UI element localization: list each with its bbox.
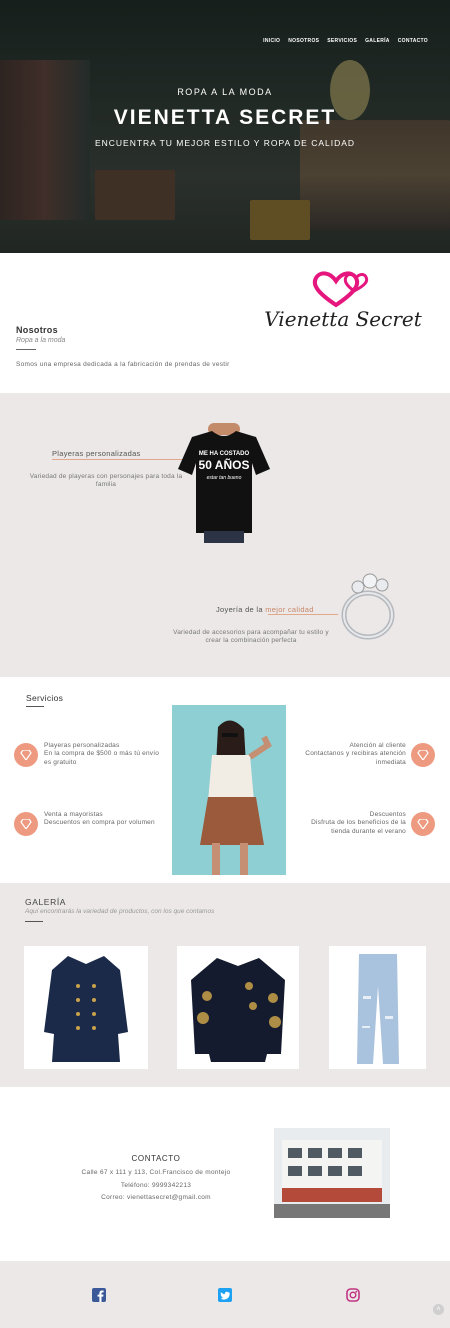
- contact-heading: CONTACTO: [131, 1154, 181, 1163]
- product-title-joyeria: Joyería de la mejor calidad: [216, 605, 314, 614]
- products-section: Playeras personalizadas Variedad de play…: [0, 393, 450, 677]
- store-building-photo: [274, 1128, 390, 1218]
- jeans-image: [357, 954, 399, 1064]
- hero-subtitle: ROPA A LA MODA: [177, 87, 273, 97]
- shirt-print-line1: ME HA COSTADO: [199, 451, 250, 457]
- hero-banner: INICIO NOSOTROS SERVICIOS GALERÍA CONTAC…: [0, 0, 450, 253]
- divider: [16, 349, 36, 350]
- model-photo: [172, 705, 286, 875]
- shirt-print-line3: estar tan bueno: [207, 475, 242, 481]
- page: INICIO NOSOTROS SERVICIOS GALERÍA CONTAC…: [0, 0, 450, 1328]
- contact-phone: Teléfono: 9999342213: [120, 1182, 192, 1189]
- gallery-subheading: Aquí encontrarás la variedad de producto…: [25, 908, 215, 915]
- nav-item-inicio[interactable]: INICIO: [263, 38, 280, 44]
- hearts-logo-icon: [312, 271, 369, 308]
- contact-address: Calle 67 x 111 y 113, Col.Francisco de m…: [81, 1169, 231, 1176]
- diamond-icon: [20, 750, 32, 760]
- service-item-1: Playeras personalizadas En la compra de …: [44, 742, 160, 766]
- gallery-section: GALERÍA Aquí encontrarás la variedad de …: [0, 883, 450, 1087]
- nav-item-contacto[interactable]: CONTACTO: [398, 38, 428, 44]
- hero-tagline: ENCUENTRA TU MEJOR ESTILO Y ROPA DE CALI…: [94, 138, 356, 148]
- logo-wordmark: Vienetta Secret: [264, 307, 422, 331]
- service-icon: [14, 743, 38, 767]
- about-heading: Nosotros: [16, 325, 58, 335]
- service-item-4: Descuentos Disfruta de los beneficios de…: [311, 811, 406, 835]
- gallery-item-coat[interactable]: [24, 946, 148, 1069]
- footer: ˄: [0, 1261, 450, 1328]
- tshirt-image: ME HA COSTADO 50 AÑOS estar tan bueno: [178, 423, 270, 543]
- about-text: Somos una empresa dedicada a la fabricac…: [16, 361, 230, 368]
- product-title-playeras: Playeras personalizadas: [52, 449, 141, 458]
- instagram-icon[interactable]: [346, 1288, 360, 1302]
- nav-item-nosotros[interactable]: NOSOTROS: [288, 38, 319, 44]
- hero-title: VIENETTA SECRET: [113, 106, 337, 129]
- service-item-3: Atención al cliente Contactanos y recibi…: [305, 742, 406, 766]
- main-nav: INICIO NOSOTROS SERVICIOS GALERÍA CONTAC…: [263, 38, 428, 44]
- product-description-playeras: Variedad de playeras con personajes para…: [29, 473, 183, 489]
- divider: [25, 921, 43, 922]
- service-icon: [411, 743, 435, 767]
- facebook-icon[interactable]: [92, 1288, 106, 1302]
- ring-image: [341, 573, 395, 640]
- contact-section: CONTACTO Calle 67 x 111 y 113, Col.Franc…: [0, 1087, 450, 1261]
- gallery-item-jeans[interactable]: [329, 946, 426, 1069]
- brand-logo: Vienetta Secret: [258, 269, 428, 339]
- shirt-print-line2: 50 AÑOS: [199, 457, 250, 472]
- twitter-icon[interactable]: [218, 1288, 232, 1302]
- gallery-item-shirt[interactable]: [177, 946, 299, 1069]
- contact-email[interactable]: Correo: vienettasecret@gmail.com: [56, 1194, 256, 1201]
- diamond-icon: [417, 750, 429, 760]
- building-image: [274, 1128, 390, 1218]
- diamond-icon: [417, 819, 429, 829]
- about-section: Vienetta Secret Nosotros Ropa a la moda …: [0, 253, 450, 393]
- divider: [268, 614, 338, 615]
- service-icon: [411, 812, 435, 836]
- model-image: [200, 720, 272, 875]
- product-description-joyeria: Variedad de accesorios para acompañar tu…: [173, 629, 329, 645]
- about-subheading: Ropa a la moda: [16, 337, 66, 344]
- diamond-icon: [20, 819, 32, 829]
- service-icon: [14, 812, 38, 836]
- service-item-2: Venta a mayoristas Descuentos en compra …: [44, 811, 155, 827]
- coat-image: [44, 956, 128, 1062]
- scroll-to-top-icon[interactable]: ˄: [433, 1304, 444, 1315]
- gallery-heading: GALERÍA: [25, 897, 67, 907]
- divider: [52, 459, 192, 460]
- nav-item-galeria[interactable]: GALERÍA: [365, 38, 390, 44]
- nav-item-servicios[interactable]: SERVICIOS: [327, 38, 357, 44]
- services-heading: Servicios: [26, 693, 64, 703]
- shirt-image: [191, 958, 285, 1062]
- services-section: Servicios Playeras personalizadas En la …: [0, 677, 450, 883]
- divider: [26, 706, 44, 707]
